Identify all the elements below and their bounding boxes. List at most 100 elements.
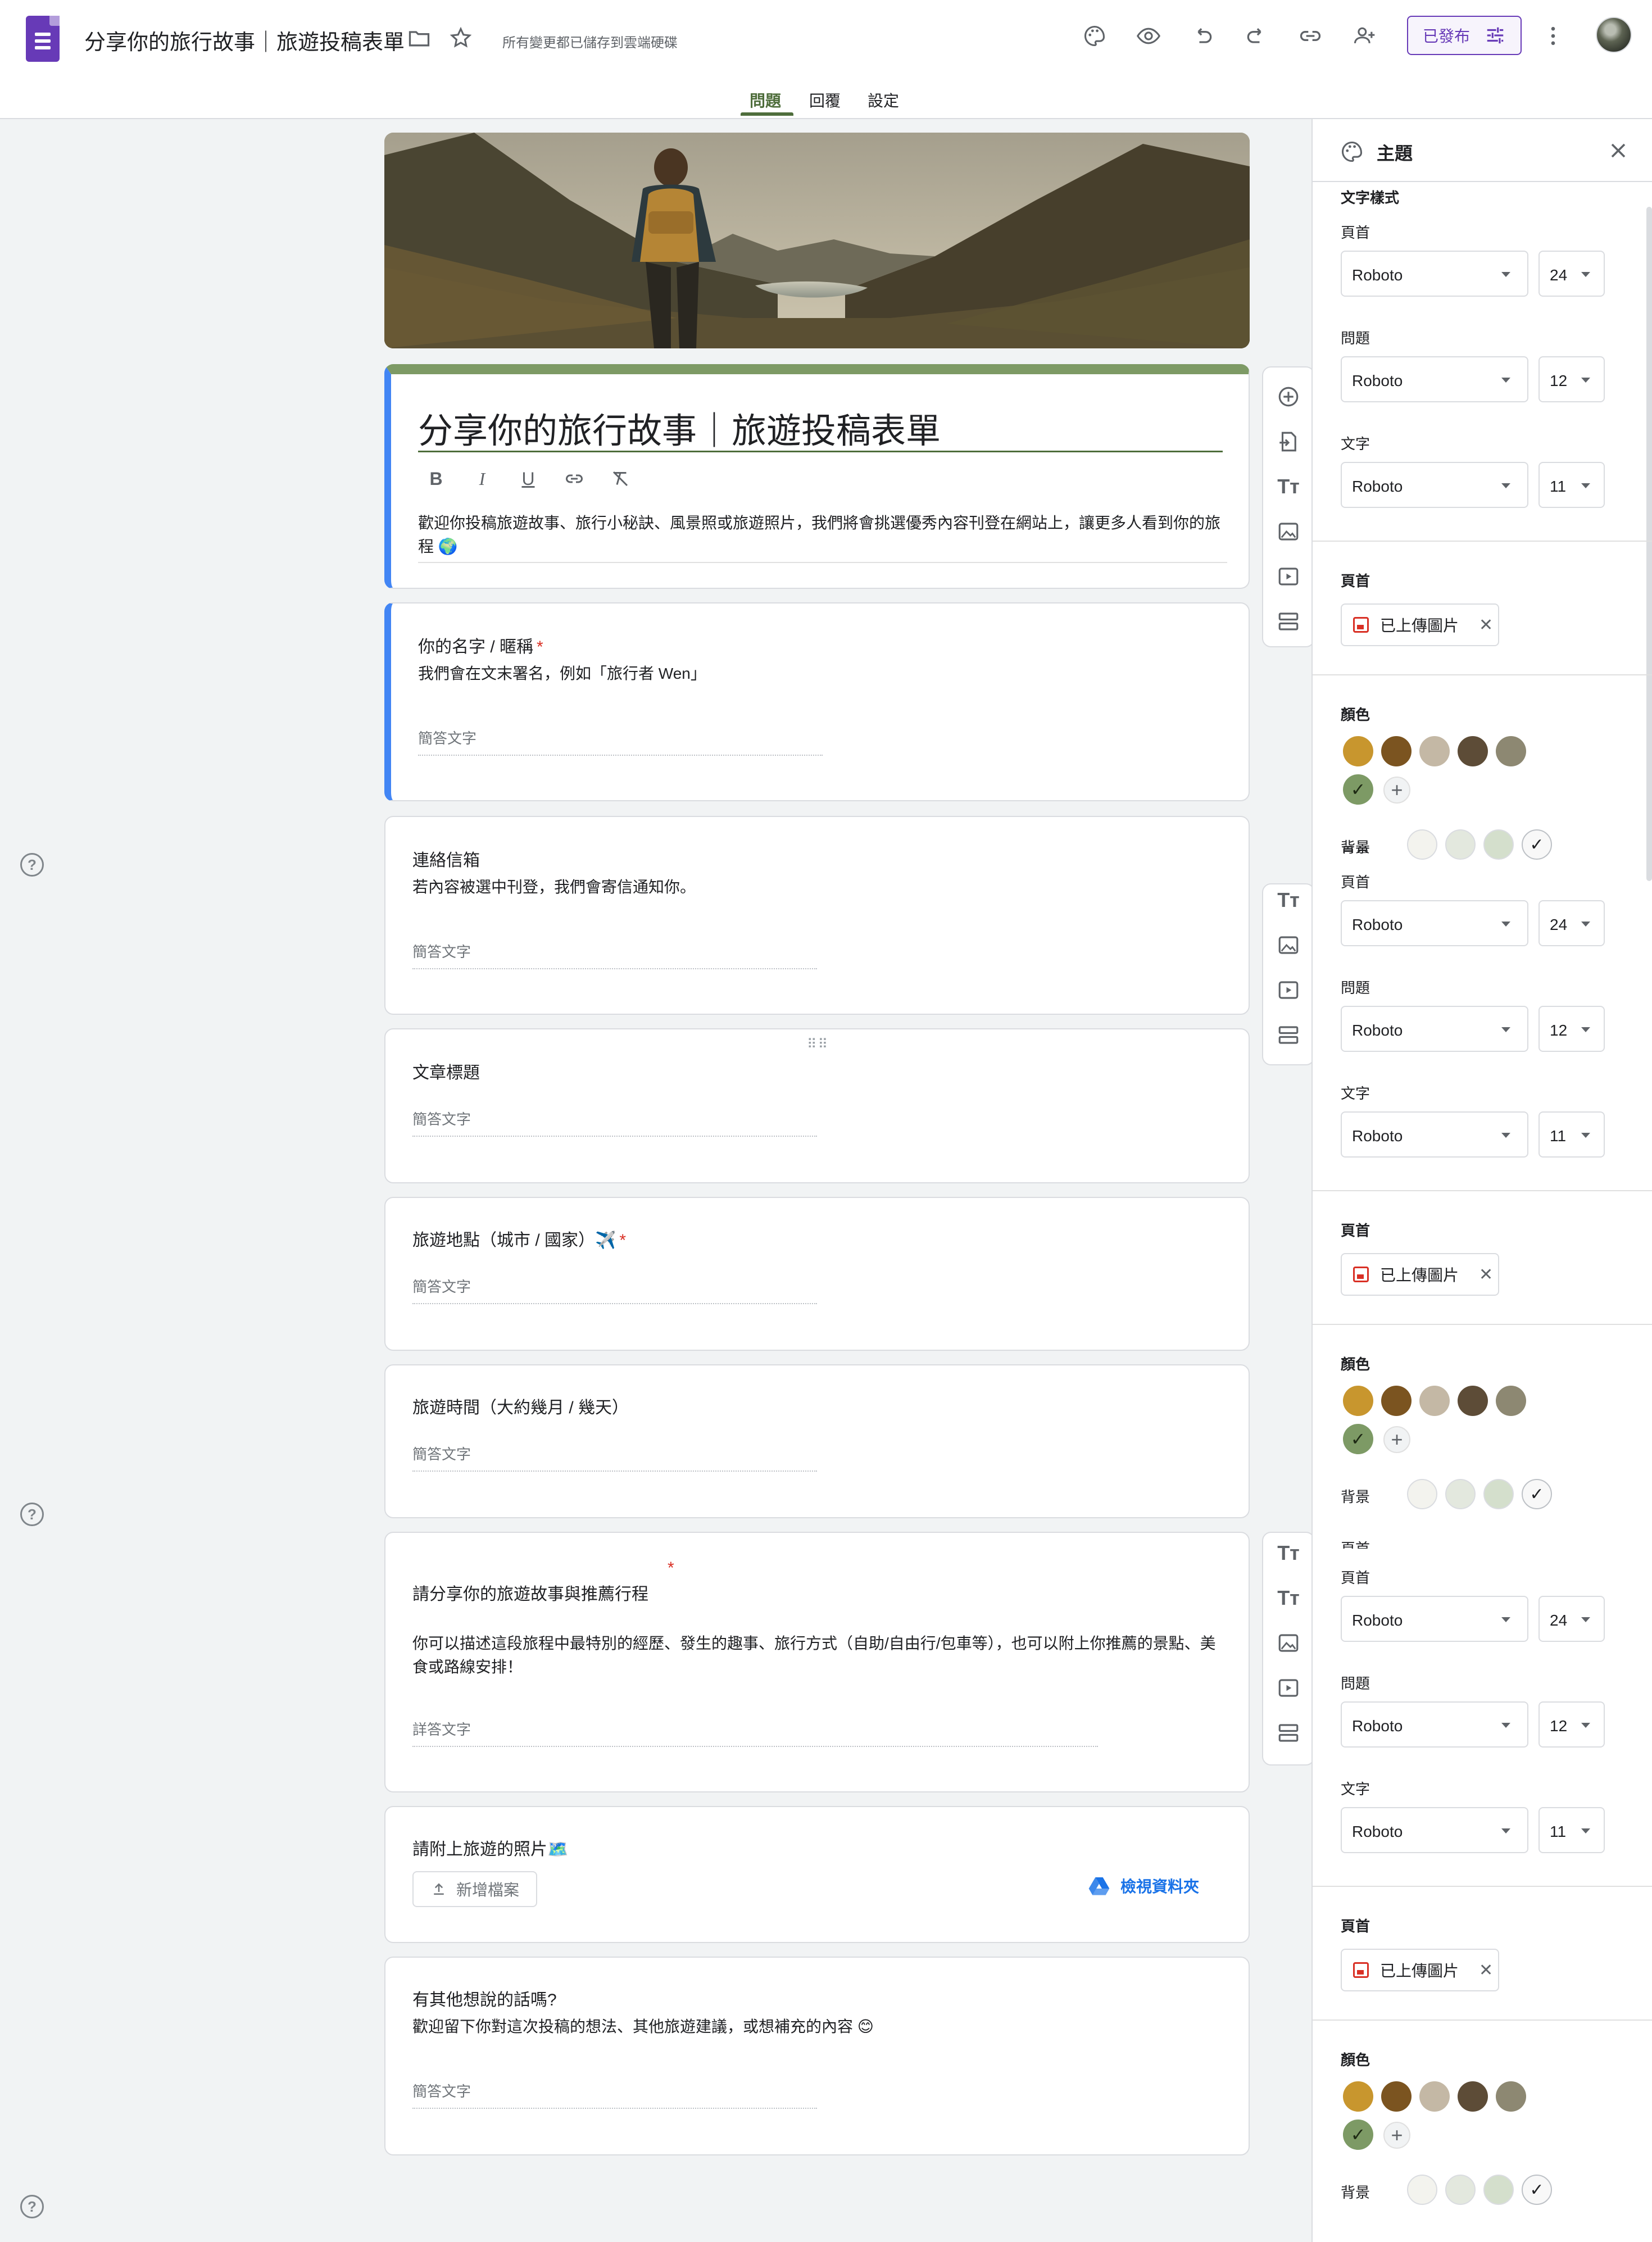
add-video-icon[interactable] [1276,978,1301,1002]
question-title[interactable]: 有其他想說的話嗎? [412,1986,557,2010]
theme-color-swatch[interactable] [1419,2081,1450,2112]
header-image[interactable] [384,133,1250,348]
theme-color-swatch[interactable] [1343,736,1373,766]
header-font-select[interactable]: Roboto [1341,900,1528,946]
theme-color-swatch[interactable] [1496,736,1526,766]
question-description[interactable]: 歡迎留下你對這次投稿的想法、其他旅遊建議，或想補充的內容 😊 [412,2015,874,2039]
preview-eye-icon[interactable] [1132,19,1165,53]
remove-image-icon[interactable]: ✕ [1479,1265,1493,1285]
document-title[interactable]: 分享你的旅行故事｜旅遊投稿表單 [84,25,405,56]
close-icon[interactable] [1601,134,1635,167]
add-file-button[interactable]: 新增檔案 [412,1871,537,1907]
more-vert-icon[interactable] [1536,19,1570,53]
header-size-select[interactable]: 24 [1538,251,1605,297]
question-card[interactable]: 旅遊時間（大約幾月 / 幾天） 簡答文字 [384,1364,1250,1518]
theme-color-swatch[interactable]: ✓ [1343,2120,1373,2150]
background-color-swatch[interactable] [1483,2175,1514,2205]
background-color-swatch[interactable]: ✓ [1522,829,1552,860]
help-icon[interactable]: ? [20,1503,44,1526]
redo-icon[interactable] [1240,19,1273,53]
theme-color-swatch[interactable] [1496,1386,1526,1416]
question-font-select[interactable]: Roboto [1341,1701,1528,1748]
theme-color-swatch[interactable] [1343,2081,1373,2112]
palette-icon[interactable] [1078,19,1111,53]
theme-color-swatch[interactable] [1458,736,1488,766]
theme-color-swatch[interactable] [1458,2081,1488,2112]
theme-color-swatch[interactable] [1343,1386,1373,1416]
background-color-swatch[interactable] [1445,2175,1476,2205]
add-section-icon[interactable] [1276,1023,1301,1047]
theme-color-swatch[interactable] [1381,736,1412,766]
theme-color-swatch[interactable]: ✓ [1343,774,1373,805]
question-size-select[interactable]: 12 [1538,356,1605,402]
add-image-icon[interactable] [1276,519,1301,544]
form-title[interactable]: 分享你的旅行故事｜旅遊投稿表單 [418,402,941,453]
question-font-select[interactable]: Roboto [1341,356,1528,402]
theme-color-swatch[interactable] [1419,736,1450,766]
text-font-select[interactable]: Roboto [1341,462,1528,508]
panel-scrollbar[interactable] [1646,207,1652,881]
text-size-select[interactable]: 11 [1538,1111,1605,1158]
background-color-swatch[interactable] [1407,2175,1437,2205]
uploaded-image-chip[interactable]: 已上傳圖片 ✕ [1341,603,1499,646]
view-folder-link[interactable]: 檢視資料夾 [1087,1875,1199,1897]
add-section-icon[interactable] [1276,1721,1301,1745]
question-card[interactable]: ⠿⠿ 文章標題 簡答文字 [384,1028,1250,1183]
remove-image-icon[interactable]: ✕ [1479,1960,1493,1980]
tab-questions[interactable]: 問題 [750,89,781,111]
question-title[interactable]: 請附上旅遊的照片🗺️ [412,1835,568,1860]
question-font-select[interactable]: Roboto [1341,1006,1528,1052]
folder-icon[interactable] [402,21,436,55]
theme-color-swatch[interactable]: ✓ [1343,1424,1373,1454]
user-avatar[interactable] [1596,17,1632,53]
undo-icon[interactable] [1186,19,1219,53]
background-color-swatch[interactable]: ✓ [1522,2175,1552,2205]
question-title[interactable]: 旅遊時間（大約幾月 / 幾天） [412,1394,629,1418]
add-image-icon[interactable] [1276,1631,1301,1655]
text-font-select[interactable]: Roboto [1341,1807,1528,1853]
question-card[interactable]: 連絡信箱 若內容被選中刊登，我們會寄信通知你。 簡答文字 [384,816,1250,1015]
background-color-swatch[interactable] [1445,1479,1476,1509]
add-section-icon[interactable] [1276,609,1301,634]
help-icon[interactable]: ? [20,853,44,877]
add-video-icon[interactable] [1276,1676,1301,1700]
underline-icon[interactable]: U [518,469,538,489]
header-font-select[interactable]: Roboto [1341,1596,1528,1642]
question-title[interactable]: 連絡信箱 [412,846,480,871]
help-icon[interactable]: ? [20,2195,44,2218]
star-icon[interactable] [444,21,478,55]
background-color-swatch[interactable] [1483,829,1514,860]
form-description[interactable]: 歡迎你投稿旅遊故事、旅行小秘訣、風景照或旅遊照片，我們將會挑選優秀內容刊登在網站… [418,511,1227,559]
uploaded-image-chip[interactable]: 已上傳圖片 ✕ [1341,1949,1499,1991]
question-title[interactable]: 旅遊地點（城市 / 國家）✈️ * [412,1226,626,1251]
tab-responses[interactable]: 回覆 [809,89,841,111]
header-size-select[interactable]: 24 [1538,900,1605,946]
add-custom-color-icon[interactable]: + [1383,1426,1410,1453]
background-color-swatch[interactable] [1407,829,1437,860]
text-size-select[interactable]: 11 [1538,462,1605,508]
add-title-icon[interactable]: Tт [1276,1586,1301,1610]
background-color-swatch[interactable]: ✓ [1522,1479,1552,1509]
question-size-select[interactable]: 12 [1538,1701,1605,1748]
add-custom-color-icon[interactable]: + [1383,2122,1410,2149]
question-title[interactable]: 文章標題 [412,1059,480,1083]
text-size-select[interactable]: 11 [1538,1807,1605,1853]
insert-link-icon[interactable] [564,469,584,489]
question-card[interactable]: 有其他想說的話嗎? 歡迎留下你對這次投稿的想法、其他旅遊建議，或想補充的內容 😊… [384,1957,1250,2155]
remove-image-icon[interactable]: ✕ [1479,615,1493,635]
background-color-swatch[interactable] [1445,829,1476,860]
tab-settings[interactable]: 設定 [868,89,899,111]
question-card[interactable]: 請附上旅遊的照片🗺️ 新增檔案 檢視資料夾 [384,1806,1250,1943]
uploaded-image-chip[interactable]: 已上傳圖片 ✕ [1341,1253,1499,1296]
import-questions-icon[interactable] [1276,429,1301,454]
add-collaborator-icon[interactable] [1347,19,1381,53]
question-description[interactable]: 若內容被選中刊登，我們會寄信通知你。 [412,875,696,899]
question-description[interactable]: 你可以描述這段旅程中最特別的經歷、發生的趣事、旅行方式（自助/自由行/包車等），… [412,1632,1222,1679]
header-font-select[interactable]: Roboto [1341,251,1528,297]
publish-button[interactable]: 已發布 [1407,16,1522,55]
add-question-icon[interactable] [1276,384,1301,409]
header-size-select[interactable]: 24 [1538,1596,1605,1642]
add-title-icon[interactable]: Tт [1276,888,1301,913]
theme-color-swatch[interactable] [1381,2081,1412,2112]
background-color-swatch[interactable] [1407,1479,1437,1509]
